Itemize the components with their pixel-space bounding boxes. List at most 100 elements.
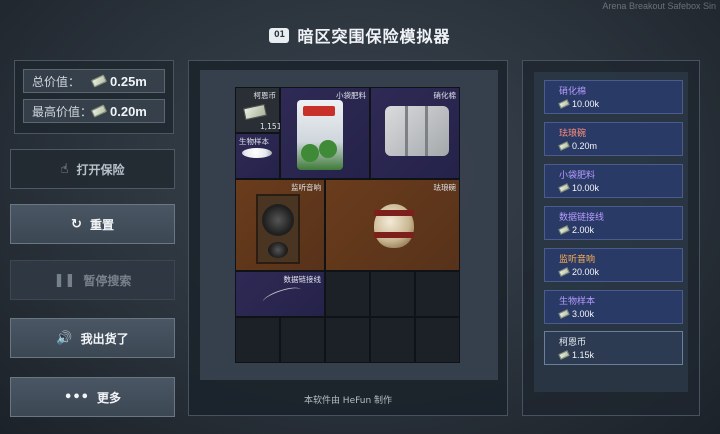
item-nitrocellulose[interactable]: 硝化棉: [370, 87, 460, 179]
bale-strap: [405, 106, 408, 156]
bowl-band: [374, 210, 414, 216]
grid-cell-empty[interactable]: [370, 271, 415, 317]
sold-label: 我出货了: [80, 331, 129, 346]
item-data-cable[interactable]: 数据链接线: [235, 271, 325, 317]
loot-item-value: 3.00k: [558, 309, 682, 319]
loot-list-item[interactable]: 柯恩币 1.15k: [544, 331, 683, 365]
enamel-bowl-icon: [374, 204, 414, 248]
cash-icon: [558, 309, 570, 319]
total-value: 0.25m: [90, 73, 147, 89]
total-value-row: 总价值： 0.25m: [23, 69, 165, 93]
cash-icon: [90, 104, 108, 118]
max-value-amount: 0.20m: [110, 103, 147, 119]
max-value: 0.20m: [90, 103, 147, 119]
speaker-icon: [256, 194, 300, 264]
open-safe-label: 打开保险: [76, 162, 125, 177]
grid-cell-empty[interactable]: [325, 317, 370, 363]
cash-icon: [558, 183, 570, 193]
loot-item-name: 珐琅碗: [559, 129, 587, 139]
item-speaker[interactable]: 监听音响: [235, 179, 325, 271]
loot-item-value: 2.00k: [558, 225, 682, 235]
loot-item-amount: 1.15k: [572, 350, 595, 360]
max-value-label: 最高价值：: [32, 104, 93, 119]
cash-stack-icon: [242, 103, 268, 121]
item-cash-count: 1,151: [260, 122, 282, 131]
bag-label-stripe: [303, 106, 335, 116]
cash-icon: [558, 267, 570, 277]
loot-list-item[interactable]: 数据链接线 2.00k: [544, 206, 683, 240]
item-enamel-bowl[interactable]: 珐琅碗: [325, 179, 460, 271]
item-cash[interactable]: 柯恩币 1,151: [235, 87, 282, 133]
bag-leaf: [319, 140, 337, 158]
pointer-hand-icon: ☝: [60, 161, 69, 177]
loot-item-amount: 10.00k: [572, 99, 600, 109]
cash-icon: [558, 141, 570, 151]
open-safe-button[interactable]: ☝ 打开保险: [10, 149, 175, 189]
item-cable-name: 数据链接线: [283, 275, 322, 284]
item-cotton-name: 硝化棉: [433, 91, 457, 100]
grid-cell-empty[interactable]: [235, 317, 280, 363]
speaker-tweeter: [268, 242, 288, 258]
loot-item-amount: 20.00k: [572, 267, 600, 277]
speaker-icon: 🔊: [56, 330, 73, 346]
sold-button[interactable]: 🔊 我出货了: [10, 318, 175, 358]
credit-text: 本软件由 HeFun 制作: [303, 396, 393, 406]
speaker-cone: [262, 204, 294, 236]
total-value-label: 总价值：: [32, 74, 81, 89]
cash-icon: [558, 99, 570, 109]
item-speaker-name: 监听音响: [291, 183, 321, 192]
loot-item-name: 生物样本: [559, 297, 596, 307]
loot-list-item[interactable]: 监听音响 20.00k: [544, 248, 683, 282]
max-value-row: 最高价值： 0.20m: [23, 99, 165, 123]
page-title: 暗区突围保险模拟器: [297, 27, 451, 46]
value-stats-panel: 总价值： 0.25m 最高价值： 0.20m: [14, 60, 174, 134]
loot-item-amount: 2.00k: [572, 225, 595, 235]
loot-list-item[interactable]: 小袋肥料 10.00k: [544, 164, 683, 198]
cash-icon: [90, 74, 108, 88]
cable-icon: [261, 284, 303, 308]
loot-item-name: 监听音响: [559, 255, 596, 265]
loot-item-amount: 3.00k: [572, 309, 595, 319]
loot-item-name: 数据链接线: [559, 213, 605, 223]
pause-search-button[interactable]: ❚❚ 暂停搜索: [10, 260, 175, 300]
safe-grid: 柯恩币 1,151 生物样本 小袋肥料 硝化棉 监听音响 珐琅碗 数据链接线: [235, 87, 460, 363]
loot-item-amount: 0.20m: [572, 141, 598, 151]
bag-leaf: [301, 144, 319, 162]
bowl-band: [374, 232, 414, 238]
bale-strap: [425, 106, 428, 156]
grid-cell-empty[interactable]: [325, 271, 370, 317]
watermark-text: Arena Breakout Safebox Sin: [602, 1, 716, 11]
loot-list-item[interactable]: 硝化棉 10.00k: [544, 80, 683, 114]
loot-list-item[interactable]: 珐琅碗 0.20m: [544, 122, 683, 156]
fertilizer-bag-icon: [297, 100, 343, 170]
loot-item-value: 20.00k: [558, 267, 682, 277]
pause-icon: ❚❚: [53, 272, 76, 288]
item-sample-name: 生物样本: [239, 137, 269, 146]
item-vase-name: 珐琅碗: [433, 183, 457, 192]
loot-item-name: 小袋肥料: [559, 171, 596, 181]
app-logo-icon: O1: [269, 27, 290, 43]
grid-cell-empty[interactable]: [280, 317, 325, 363]
grid-cell-empty[interactable]: [415, 271, 460, 317]
loot-item-value: 10.00k: [558, 99, 682, 109]
reset-button[interactable]: ↻ 重置: [10, 204, 175, 244]
more-dots-icon: •••: [64, 389, 89, 405]
grid-cell-empty[interactable]: [415, 317, 460, 363]
loot-item-name: 柯恩币: [559, 338, 587, 348]
petri-dish-icon: [242, 148, 272, 158]
title-bar: O1 暗区突围保险模拟器: [0, 22, 720, 48]
cash-icon: [558, 225, 570, 235]
total-value-amount: 0.25m: [110, 73, 147, 89]
refresh-icon: ↻: [71, 216, 82, 232]
more-label: 更多: [96, 390, 121, 405]
more-button[interactable]: ••• 更多: [10, 377, 175, 417]
loot-item-value: 10.00k: [558, 183, 682, 193]
loot-list-item[interactable]: 生物样本 3.00k: [544, 290, 683, 324]
grid-cell-empty[interactable]: [370, 317, 415, 363]
item-fertilizer[interactable]: 小袋肥料: [280, 87, 370, 179]
loot-item-amount: 10.00k: [572, 183, 600, 193]
loot-item-value: 1.15k: [558, 350, 682, 360]
item-sample[interactable]: 生物样本: [235, 133, 280, 179]
loot-item-name: 硝化棉: [559, 87, 587, 97]
cash-icon: [558, 350, 570, 360]
